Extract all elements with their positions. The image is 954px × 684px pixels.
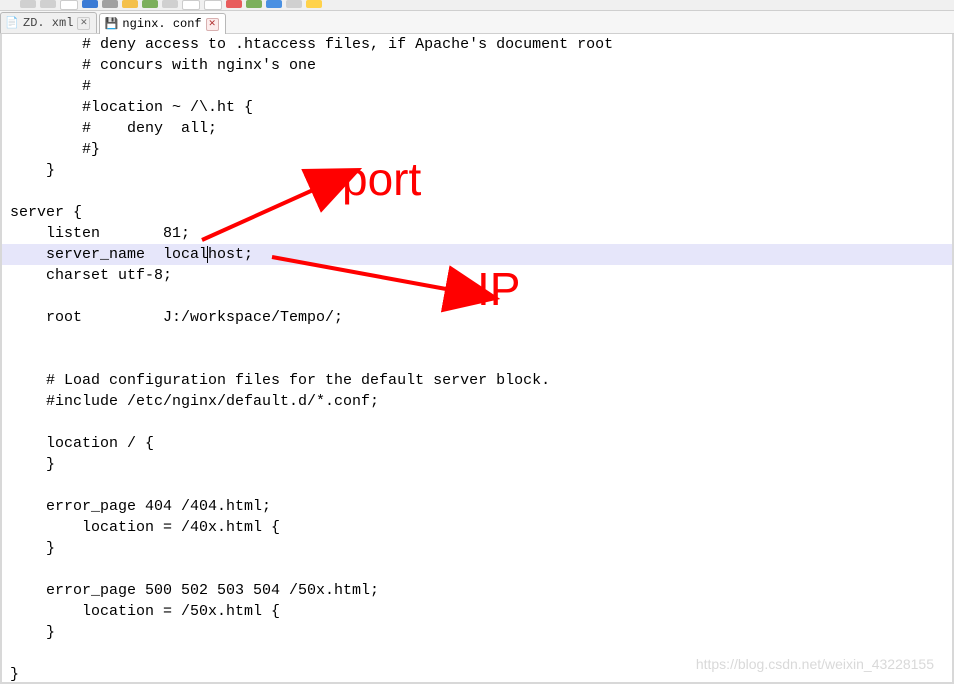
code-line: } [2,622,952,643]
close-icon[interactable]: ✕ [206,18,219,31]
code-line: location = /40x.html { [2,517,952,538]
code-line: } [2,160,952,181]
code-text: host; [208,246,253,263]
code-line: #} [2,139,952,160]
code-line: } [2,454,952,475]
code-line: location / { [2,433,952,454]
code-line: server { [2,202,952,223]
tab-bar: 📄 ZD. xml ✕ 💾 nginx. conf ✕ [0,11,954,34]
tab-nginx-conf[interactable]: 💾 nginx. conf ✕ [99,13,225,34]
code-line: # [2,76,952,97]
code-line: } [2,538,952,559]
code-line [2,349,952,370]
code-line [2,559,952,580]
code-line: error_page 500 502 503 504 /50x.html; [2,580,952,601]
code-line: listen 81; [2,223,952,244]
code-line [2,412,952,433]
code-line: # concurs with nginx's one [2,55,952,76]
tab-label: nginx. conf [122,17,201,31]
code-line: root J:/workspace/Tempo/; [2,307,952,328]
code-line: #include /etc/nginx/default.d/*.conf; [2,391,952,412]
toolbar-fragment [0,0,954,11]
code-line: # deny access to .htaccess files, if Apa… [2,34,952,55]
save-icon: 💾 [104,17,118,31]
code-line [2,328,952,349]
watermark-text: https://blog.csdn.net/weixin_43228155 [696,656,934,672]
code-line-selected: server_name localhost; [2,244,952,265]
code-line [2,181,952,202]
code-line: location = /50x.html { [2,601,952,622]
code-line: # deny all; [2,118,952,139]
code-line: error_page 404 /404.html; [2,496,952,517]
code-line: #location ~ /\.ht { [2,97,952,118]
code-line [2,475,952,496]
code-text: server_name local [10,246,208,263]
code-line [2,286,952,307]
code-line: charset utf-8; [2,265,952,286]
tab-zd-xml[interactable]: 📄 ZD. xml ✕ [0,12,97,33]
close-icon[interactable]: ✕ [77,17,90,30]
code-line: # Load configuration files for the defau… [2,370,952,391]
editor-area[interactable]: # deny access to .htaccess files, if Apa… [0,34,954,684]
tab-label: ZD. xml [23,16,73,30]
file-icon: 📄 [5,16,19,30]
